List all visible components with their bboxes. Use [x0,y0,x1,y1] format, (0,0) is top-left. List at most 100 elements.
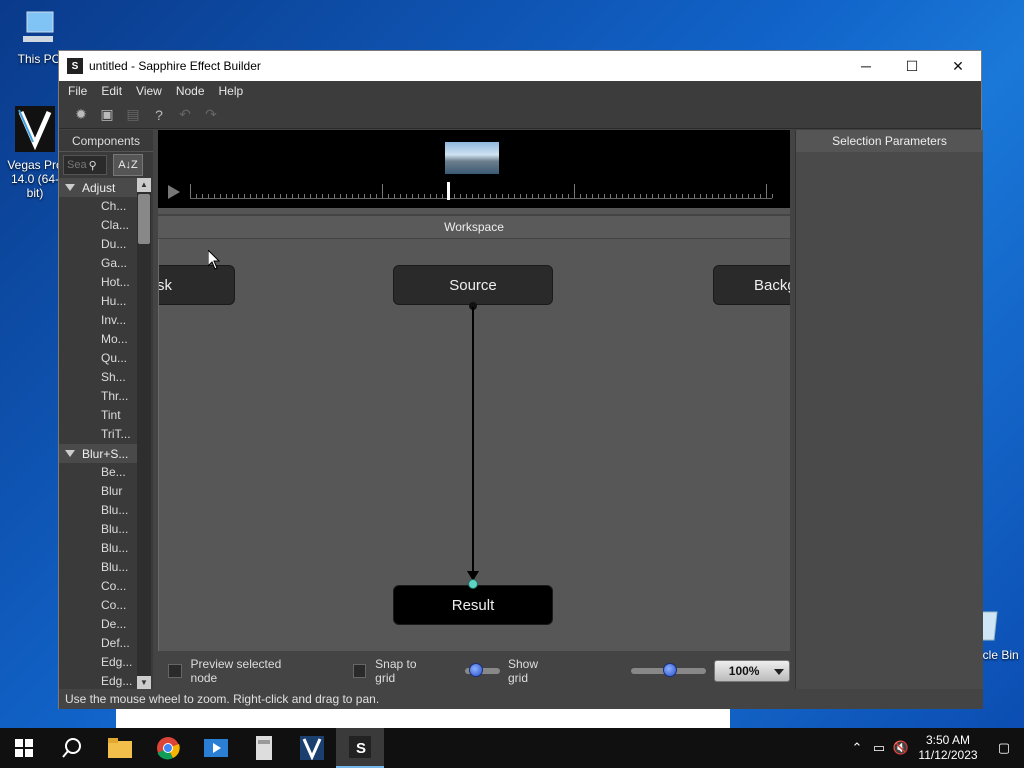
file-explorer-icon[interactable] [96,728,144,768]
chrome-icon[interactable] [144,728,192,768]
undo-icon[interactable]: ↶ [175,105,195,125]
input-port-result[interactable] [468,579,478,589]
start-button[interactable] [0,728,48,768]
preview-divider[interactable] [158,208,790,214]
redo-icon[interactable]: ↷ [201,105,221,125]
menu-edit[interactable]: Edit [94,84,129,98]
tree-item[interactable]: Def... [59,634,137,653]
ruler-tick [520,194,521,198]
preview-selected-node-checkbox[interactable] [168,663,182,678]
tree-item[interactable]: De... [59,615,137,634]
tree-category[interactable]: Blur+S... [59,444,137,463]
tree-item[interactable]: Blu... [59,558,137,577]
node-source[interactable]: Source [393,265,553,305]
tree-item[interactable]: Edg... [59,653,137,672]
window-title: untitled - Sapphire Effect Builder [89,59,261,73]
scroll-up-arrow[interactable]: ▲ [137,178,151,192]
minimize-button[interactable]: ─ [843,51,889,81]
notifications-icon[interactable]: ▢ [984,740,1024,756]
ruler-tick [346,194,347,198]
ruler-tick [730,194,731,198]
workspace-canvas[interactable]: sk Source Backg Result [158,239,790,651]
archive-app-icon[interactable] [240,728,288,768]
tree-item[interactable]: Hot... [59,273,137,292]
tree-item[interactable]: Ch... [59,197,137,216]
open-folder-icon[interactable]: ▣ [97,105,117,125]
tree-item[interactable]: Co... [59,577,137,596]
tree-item[interactable]: Mo... [59,330,137,349]
tree-item[interactable]: Thr... [59,387,137,406]
close-button[interactable]: ✕ [935,51,981,81]
node-mask[interactable]: sk [159,265,235,305]
ruler-tick [634,194,635,198]
node-background[interactable]: Backg [713,265,790,305]
search-icon[interactable] [48,728,96,768]
new-icon[interactable]: ✹ [71,105,91,125]
tree-item[interactable]: Hu... [59,292,137,311]
tree-item[interactable]: Sh... [59,368,137,387]
expand-triangle-icon[interactable] [65,450,75,457]
components-header: Components [59,130,153,152]
ruler-tick [748,194,749,198]
ruler-tick [682,194,683,198]
save-icon[interactable]: ▤ [123,105,143,125]
tree-item[interactable]: Blu... [59,520,137,539]
vegas-taskbar-icon[interactable] [288,728,336,768]
network-icon[interactable]: ▭ [868,740,890,756]
sort-button[interactable]: A↓Z [113,154,143,176]
ruler-tick [640,194,641,198]
ruler-tick [622,194,623,198]
expand-triangle-icon[interactable] [65,184,75,191]
node-result[interactable]: Result [393,585,553,625]
menu-view[interactable]: View [129,84,169,98]
tree-item[interactable]: Edg... [59,672,137,690]
tree-item[interactable]: Co... [59,596,137,615]
grid-slider[interactable] [465,662,500,677]
grid-slider-knob[interactable] [468,662,483,677]
tree-item[interactable]: Cla... [59,216,137,235]
video-app-icon[interactable] [192,728,240,768]
ruler-tick [436,194,437,198]
timeline-playhead[interactable] [447,182,450,200]
preview-selected-node-label: Preview selected node [190,656,282,685]
sapphire-taskbar-icon[interactable]: S [336,728,384,768]
components-scrollbar[interactable]: ▲ ▼ [137,178,151,690]
play-icon[interactable] [168,185,180,199]
volume-icon[interactable]: 🔇 [890,740,912,756]
tree-item[interactable]: Ga... [59,254,137,273]
ruler-tick [238,194,239,198]
zoom-slider-knob[interactable] [663,662,678,677]
tree-item[interactable]: Qu... [59,349,137,368]
tree-item[interactable]: Be... [59,463,137,482]
title-bar[interactable]: S untitled - Sapphire Effect Builder ─ ☐… [59,51,981,81]
tree-item[interactable]: Tint [59,406,137,425]
tree-item[interactable]: Blur [59,482,137,501]
help-icon[interactable]: ? [149,105,169,125]
ruler-tick [772,194,773,198]
clock[interactable]: 3:50 AM 11/12/2023 [912,733,984,763]
ruler-tick [322,194,323,198]
ruler-tick [442,194,443,198]
ruler-tick [286,194,287,198]
tree-item[interactable]: Inv... [59,311,137,330]
tree-item[interactable]: Blu... [59,501,137,520]
chevron-up-icon[interactable]: ⌃ [846,740,868,756]
scroll-down-arrow[interactable]: ▼ [137,676,151,690]
tree-item[interactable]: Du... [59,235,137,254]
tree-item[interactable]: TriT... [59,425,137,444]
search-input[interactable]: Sea ⚲ [63,155,107,175]
zoom-slider[interactable] [631,662,707,677]
ruler-tick [466,194,467,198]
maximize-button[interactable]: ☐ [889,51,935,81]
timeline-ruler[interactable] [190,184,773,199]
tree-item[interactable]: Blu... [59,539,137,558]
tree-category[interactable]: Adjust [59,178,137,197]
ruler-tick [382,184,383,198]
menu-file[interactable]: File [61,84,94,98]
menu-node[interactable]: Node [169,84,212,98]
menu-help[interactable]: Help [212,84,251,98]
zoom-select[interactable]: 100% [714,659,790,682]
snap-to-grid-checkbox[interactable] [352,663,367,678]
ruler-tick [304,194,305,198]
scroll-thumb[interactable] [138,194,150,244]
